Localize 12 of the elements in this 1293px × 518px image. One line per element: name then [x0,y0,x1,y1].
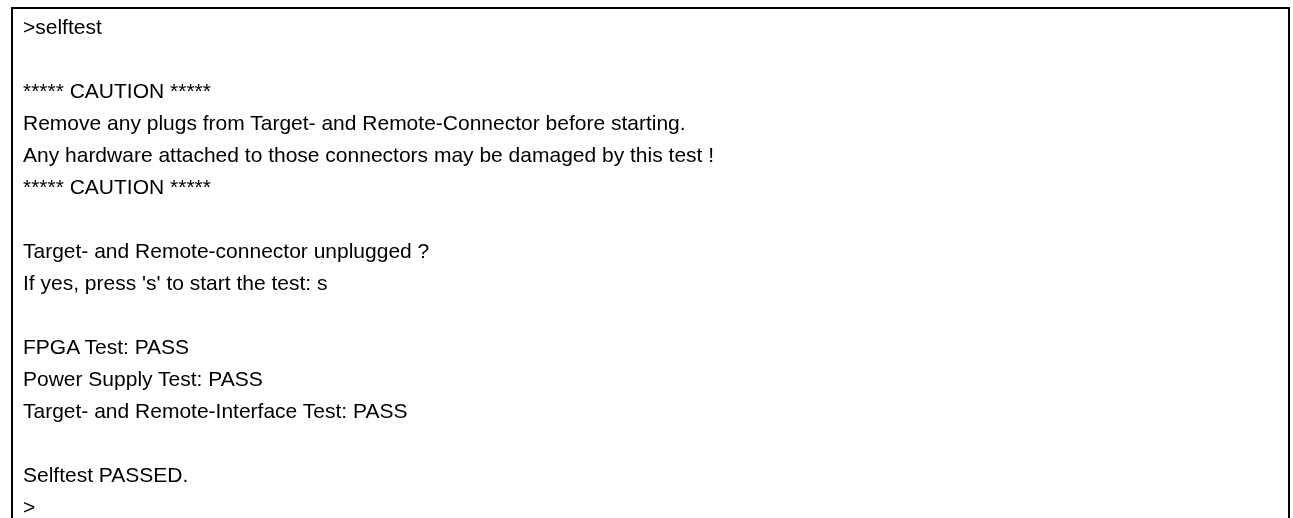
console-line: Any hardware attached to those connectors may be damaged by this test ! [23,142,715,168]
console-line: Target- and Remote-Interface Test: PASS [23,398,408,424]
console-line: >selftest [23,14,102,40]
console-line: FPGA Test: PASS [23,334,190,360]
console-line: Power Supply Test: PASS [23,366,263,392]
console-line: Selftest PASSED. [23,462,189,488]
console-line: ***** CAUTION ***** [23,78,211,104]
console-line: Remove any plugs from Target- and Remote-Connector before starting. [23,110,686,136]
console-line: Target- and Remote-connector unplugged ? [23,238,430,264]
console-line: ***** CAUTION ***** [23,174,211,200]
console-line: > [23,494,36,518]
console-line: If yes, press 's' to start the test: s [23,270,328,296]
